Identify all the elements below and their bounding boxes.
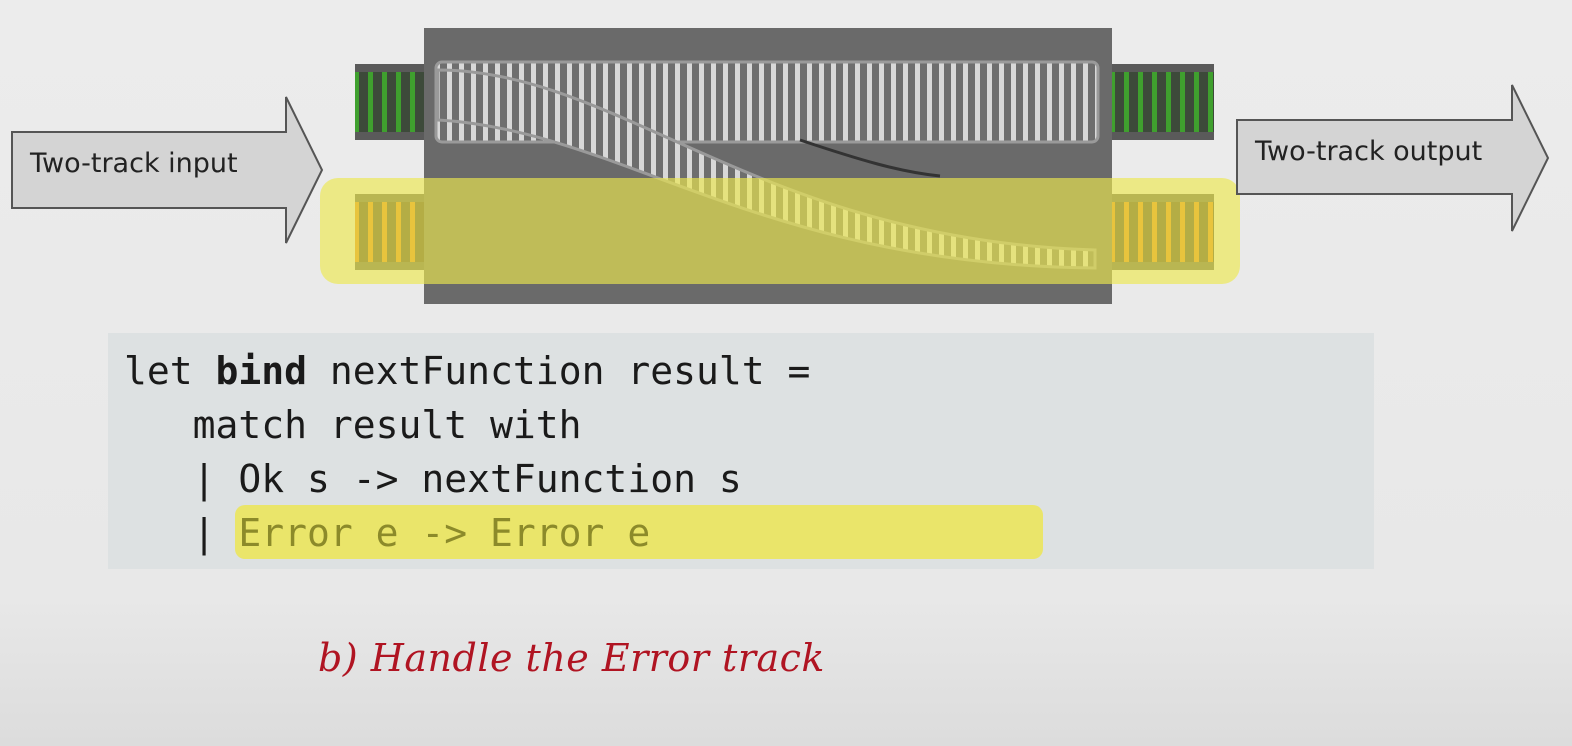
code-line-2: match result with	[124, 403, 582, 447]
code-line-4-bar: |	[124, 511, 239, 555]
slide: Two-track input Two-track output let bin…	[0, 0, 1572, 746]
code-line-1: let bind nextFunction result =	[124, 344, 810, 398]
slide-caption: b) Handle the Error track	[318, 636, 825, 680]
output-arrow-label: Two-track output	[1254, 136, 1482, 167]
code-line-1-rest: nextFunction result =	[307, 349, 811, 393]
code-line-3: | Ok s -> nextFunction s	[124, 457, 742, 501]
success-track-right	[1108, 64, 1214, 140]
input-arrow: Two-track input	[11, 96, 324, 244]
code-let: let	[124, 349, 216, 393]
code-error-case: Error e -> Error e	[238, 511, 651, 555]
code-keyword-bind: bind	[215, 349, 308, 393]
code-line-4: | Error e -> Error e	[124, 506, 651, 560]
failure-track-highlight	[320, 178, 1240, 284]
railway-bind-diagram: Two-track input Two-track output	[11, 28, 1550, 304]
output-arrow: Two-track output	[1236, 84, 1550, 232]
input-arrow-label: Two-track input	[29, 148, 238, 179]
success-track-left	[355, 64, 433, 140]
